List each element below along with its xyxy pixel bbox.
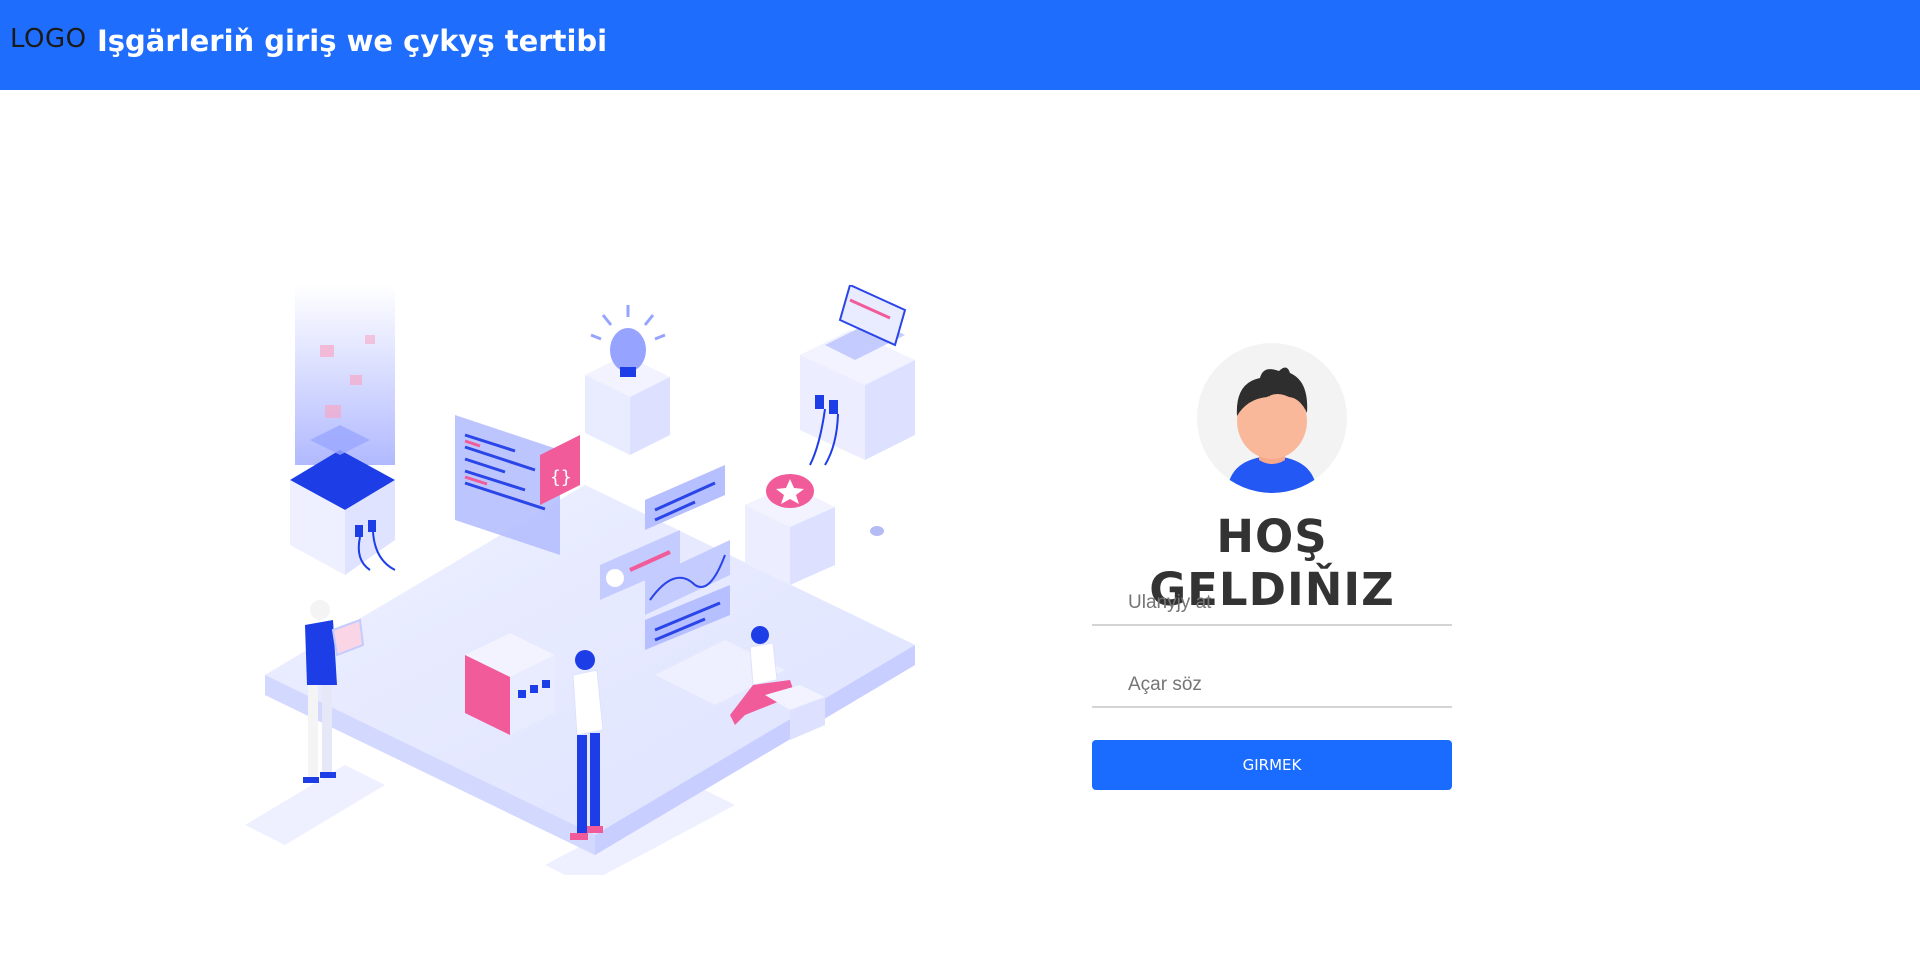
user-avatar-icon	[1197, 343, 1347, 493]
username-input[interactable]	[1092, 582, 1452, 626]
isometric-office-illustration: {}	[245, 285, 915, 875]
app-title: Işgärleriň giriş we çykyş tertibi	[97, 24, 608, 58]
svg-text:{}: {}	[550, 467, 572, 488]
login-button[interactable]: GIRMEK	[1092, 740, 1452, 790]
password-input[interactable]	[1092, 664, 1452, 708]
logo: LOGO	[10, 24, 87, 54]
top-bar: LOGO Işgärleriň giriş we çykyş tertibi	[0, 0, 1920, 90]
